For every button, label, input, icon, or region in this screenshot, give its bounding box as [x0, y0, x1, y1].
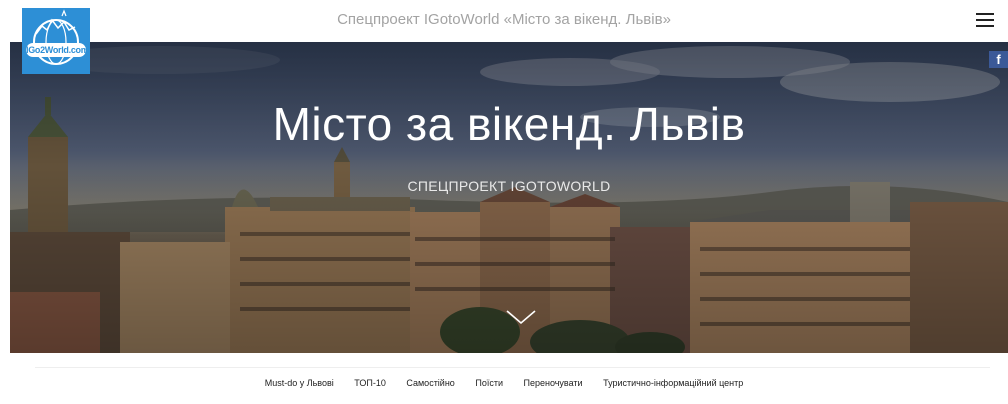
header-title: Спецпроект IGotoWorld «Місто за вікенд. … — [337, 11, 671, 28]
nav-item-top-10[interactable]: ТОП-10 — [354, 376, 386, 390]
section-nav: Must-do у Львові ТОП-10 Самостійно Поїст… — [0, 376, 1008, 390]
nav-item-eat[interactable]: Поїсти — [475, 376, 503, 390]
top-bar: Спецпроект IGotoWorld «Місто за вікенд. … — [0, 0, 1008, 42]
logo-globe-icon — [33, 9, 79, 65]
nav-divider — [35, 367, 990, 368]
hero-banner: Місто за вікенд. Львів СПЕЦПРОЕКТ IGOTOW… — [10, 42, 1008, 353]
logo-text: IGo2World.com — [26, 43, 89, 57]
page: Спецпроект IGotoWorld «Місто за вікенд. … — [0, 0, 1008, 404]
site-logo[interactable]: IGo2World.com — [22, 8, 90, 74]
nav-item-tourist-center[interactable]: Туристично-інформаційний центр — [603, 376, 743, 390]
nav-item-stay[interactable]: Переночувати — [523, 376, 582, 390]
hamburger-menu-icon[interactable] — [976, 13, 996, 29]
facebook-icon[interactable]: f — [989, 51, 1008, 68]
nav-item-independently[interactable]: Самостійно — [406, 376, 454, 390]
nav-item-must-do[interactable]: Must-do у Львові — [265, 376, 334, 390]
hero-subtitle: СПЕЦПРОЕКТ IGOTOWORLD — [407, 178, 611, 194]
chevron-down-icon[interactable] — [504, 307, 538, 327]
hero-title: Місто за вікенд. Львів — [272, 98, 746, 150]
